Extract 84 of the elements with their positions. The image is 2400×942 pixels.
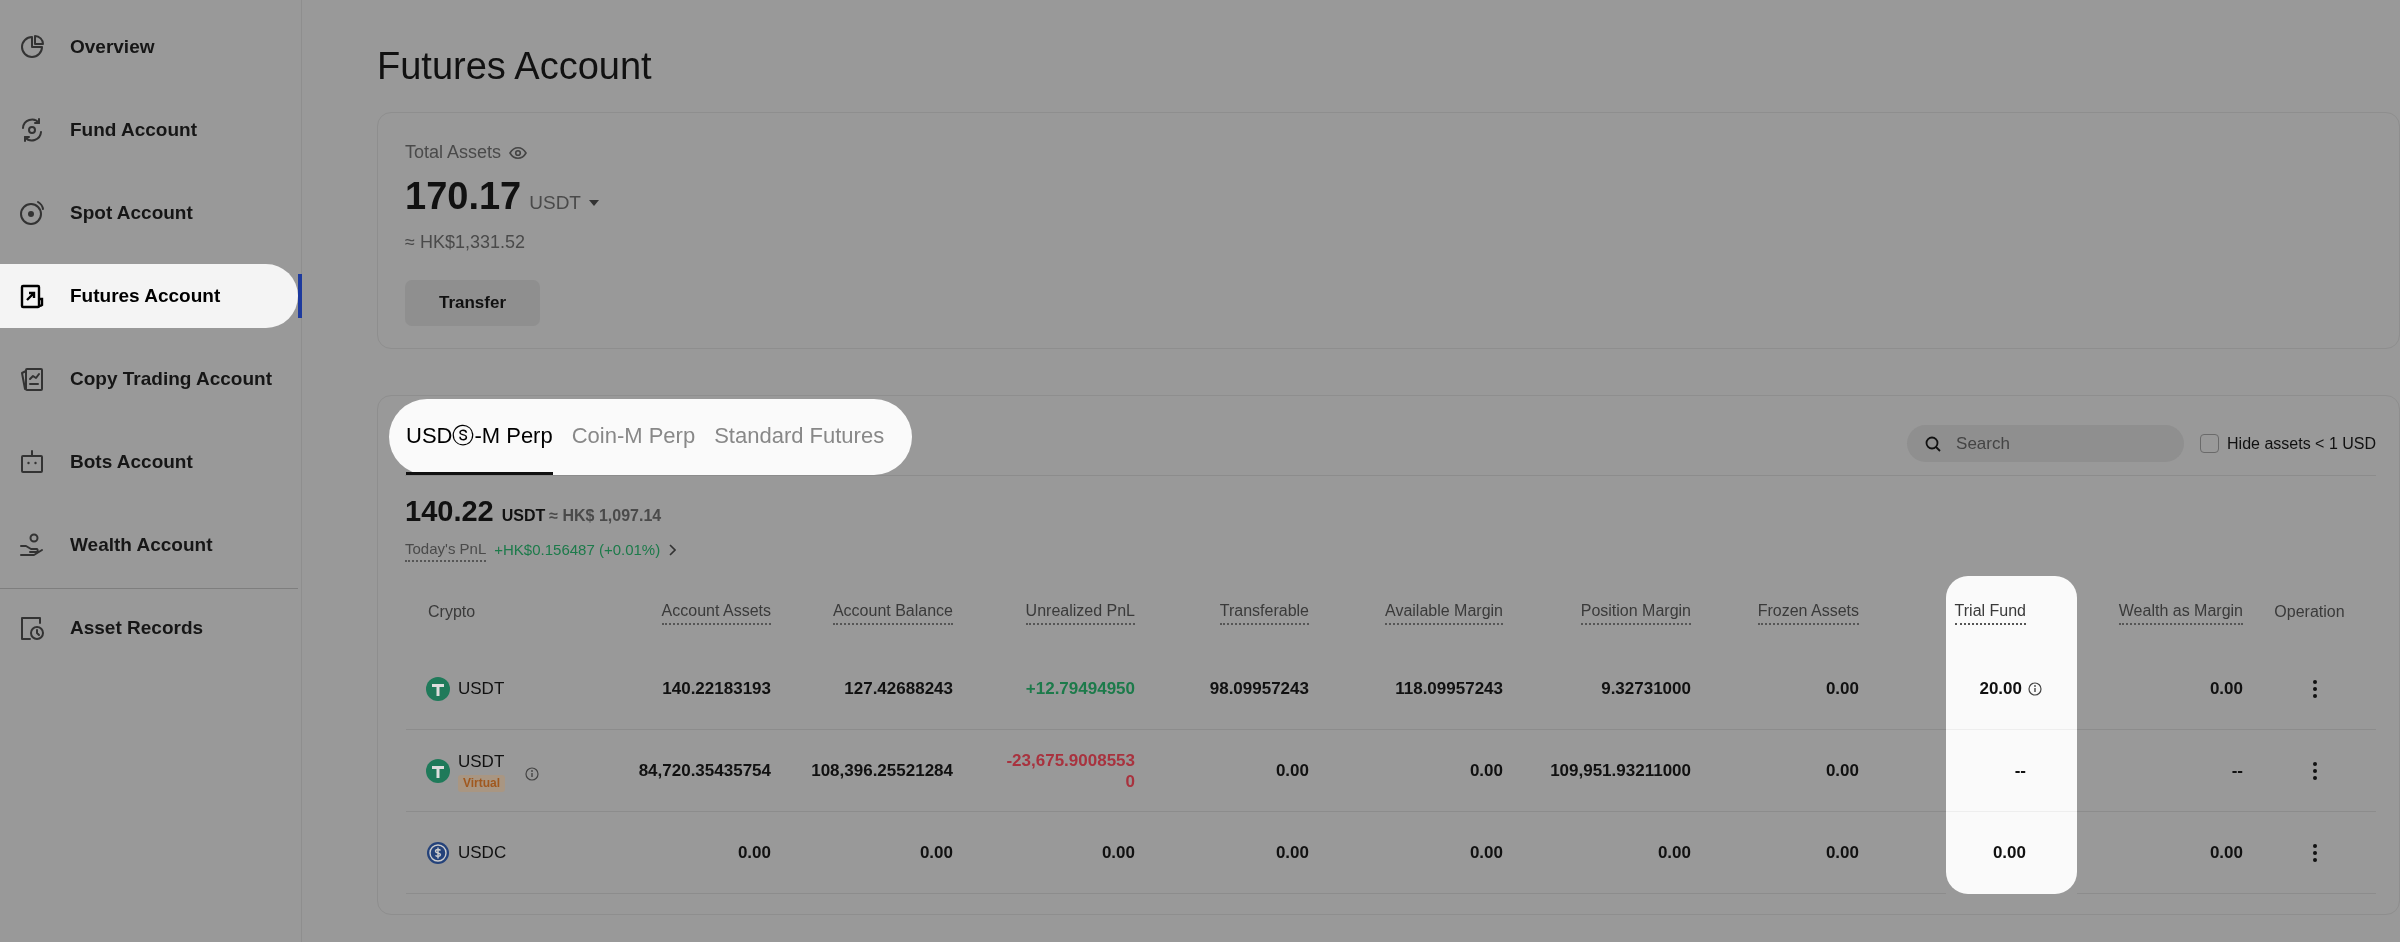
table-cell-text: 20.00 (1979, 677, 2022, 700)
search-field[interactable]: Search (1907, 425, 2185, 462)
coin-icon (426, 676, 450, 701)
table-cell-text: 0.00 (737, 841, 771, 864)
balance-unit: USDT (501, 506, 546, 526)
virtual-tag: Virtual (458, 774, 506, 792)
table-cell-text: 0.00 (1657, 841, 1691, 864)
table-cell-text: 118.09957243 (1395, 677, 1503, 700)
fiat-equivalent: ≈ HK$ 1,097.14 (549, 506, 662, 526)
coin-name: USDT (458, 751, 505, 774)
table-cell-text: -- (2014, 759, 2026, 782)
document-copy-icon (18, 365, 46, 393)
tab[interactable]: Coin-M Perp (571, 407, 696, 475)
active-indicator (298, 274, 302, 318)
column-header: Wealth as Margin (2077, 576, 2243, 648)
balance-amount: 140.22 (405, 494, 494, 529)
table-cell-text: -23,675.9008553 0 (1005, 749, 1135, 792)
info-icon[interactable] (2028, 681, 2042, 696)
checkbox-label: Hide assets < 1 USD (2227, 433, 2376, 454)
eye-icon[interactable] (509, 145, 528, 160)
document-clock-icon (18, 614, 46, 642)
more-options-icon[interactable] (2311, 842, 2318, 863)
sidebar-item[interactable]: Asset Records (0, 588, 298, 660)
chevron-right-icon[interactable] (668, 543, 677, 556)
table-cell-text: 0.00 (1101, 841, 1135, 864)
pnl-label: Today's PnL (405, 537, 487, 562)
table-cell-text: 84,720.35435754 (638, 759, 771, 782)
robot-icon (18, 448, 46, 476)
pnl-value: +HK$0.156487 (+0.01%) (494, 539, 661, 560)
page-title: Futures Account (377, 44, 653, 89)
table-cell-text: 140.22183193 (662, 677, 771, 700)
more-options-icon[interactable] (2311, 678, 2318, 699)
table-cell-text: 0.00 (1825, 677, 1859, 700)
column-header: Available Margin (1309, 576, 1503, 648)
search-icon (1925, 436, 1942, 452)
table-cell-text: -- (2231, 759, 2243, 782)
table-cell-text: 98.09957243 (1209, 677, 1309, 700)
table-cell-text: 9.32731000 (1601, 677, 1691, 700)
table-cell-text: 127.42688243 (844, 677, 953, 700)
table-cell-text: 0.00 (2209, 677, 2243, 700)
column-header: Position Margin (1503, 576, 1691, 648)
table-cell-text: 0.00 (1275, 841, 1309, 864)
table-cell-text: 0.00 (2209, 841, 2243, 864)
hand-coin-icon (18, 531, 46, 559)
checkbox[interactable] (2200, 434, 2220, 453)
sidebar-item[interactable]: Spot Account (0, 181, 298, 245)
column-header: Trial Fund (1946, 576, 2077, 648)
sidebar-item[interactable]: Wealth Account (0, 513, 298, 577)
sidebar-item[interactable]: Overview (0, 15, 298, 79)
target-icon (18, 199, 46, 227)
table-cell-text: 0.00 (1825, 841, 1859, 864)
table-cell-text: 0.00 (1469, 759, 1503, 782)
total-assets-label: Total Assets (405, 141, 502, 164)
table-cell-text: +12.79494950 (1025, 677, 1135, 700)
transfer-button[interactable]: Transfer (405, 280, 540, 326)
sidebar-item[interactable]: Copy Trading Account (0, 347, 298, 411)
table-cell-text: 0.00 (1825, 759, 1859, 782)
column-header: Account Assets (641, 576, 771, 648)
table-cell-text: 0.00 (1275, 759, 1309, 782)
sidebar-item[interactable]: Bots Account (0, 430, 298, 494)
tab[interactable]: Standard Futures (714, 407, 885, 475)
table-cell-text: 0.00 (1469, 841, 1503, 864)
pie-chart-icon (18, 33, 46, 61)
table-cell-text: 0.00 (1992, 841, 2026, 864)
table-cell-text: 109,951.93211000 (1550, 759, 1691, 782)
table-cell-text: 108,396.25521284 (811, 759, 953, 782)
coin-icon (426, 758, 450, 783)
column-header: Crypto (427, 602, 477, 622)
coin-name: USDT (458, 677, 505, 700)
fiat-equivalent: ≈ HK$1,331.52 (405, 231, 526, 254)
table-cell-text: 0.00 (919, 841, 953, 864)
column-header: Account Balance (771, 576, 953, 648)
column-header: Unrealized PnL (953, 576, 1135, 648)
sidebar-item[interactable]: Fund Account (0, 98, 298, 162)
tab[interactable]: USDⓢ-M Perp (406, 407, 553, 475)
coin-name: USDC (458, 841, 507, 864)
column-header: Transferable (1135, 576, 1309, 648)
coin-icon (426, 840, 450, 865)
caret-icon (588, 200, 599, 207)
more-options-icon[interactable] (2311, 760, 2318, 781)
column-header: Operation (2273, 602, 2346, 622)
total-assets-amount: 170.17 (405, 174, 522, 219)
document-chart-icon (18, 282, 46, 310)
column-header: Frozen Assets (1691, 576, 1946, 648)
